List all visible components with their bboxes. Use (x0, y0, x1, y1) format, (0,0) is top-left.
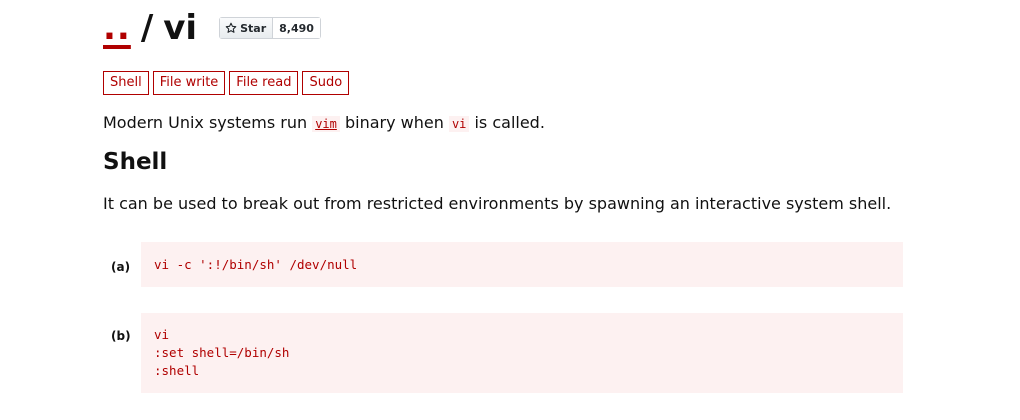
shell-heading: Shell (103, 149, 168, 175)
intro-middle: binary when (339, 113, 449, 132)
github-star-button[interactable]: Star (220, 18, 274, 38)
example-a: (a) vi -c ':!/bin/sh' /dev/null (103, 242, 903, 287)
code-block[interactable]: vi -c ':!/bin/sh' /dev/null (141, 242, 903, 287)
binary-name: vi (163, 8, 198, 48)
tag-file-read[interactable]: File read (229, 71, 299, 95)
intro-before: Modern Unix systems run (103, 113, 313, 132)
example-label: (b) (111, 329, 131, 343)
tag-shell[interactable]: Shell (103, 71, 149, 95)
vim-link[interactable]: vim (312, 116, 340, 132)
vi-code: vi (448, 116, 470, 132)
star-icon (225, 22, 237, 33)
star-label: Star (240, 21, 267, 35)
example-label: (a) (111, 260, 131, 274)
intro-after: is called. (469, 113, 545, 132)
example-b: (b) vi :set shell=/bin/sh :shell (103, 313, 903, 393)
parent-link[interactable]: .. (103, 8, 131, 48)
github-star-widget: Star 8,490 (219, 17, 321, 39)
intro-text: Modern Unix systems run vim binary when … (103, 113, 545, 134)
code-block[interactable]: vi :set shell=/bin/sh :shell (141, 313, 903, 393)
function-tags: Shell File write File read Sudo (103, 71, 350, 95)
star-count[interactable]: 8,490 (273, 18, 320, 38)
page-title: .. / vi Star 8,490 (103, 4, 321, 52)
tag-file-write[interactable]: File write (152, 71, 226, 95)
tag-sudo[interactable]: Sudo (302, 71, 350, 95)
shell-description: It can be used to break out from restric… (103, 194, 892, 213)
breadcrumb-separator: / (140, 8, 154, 48)
